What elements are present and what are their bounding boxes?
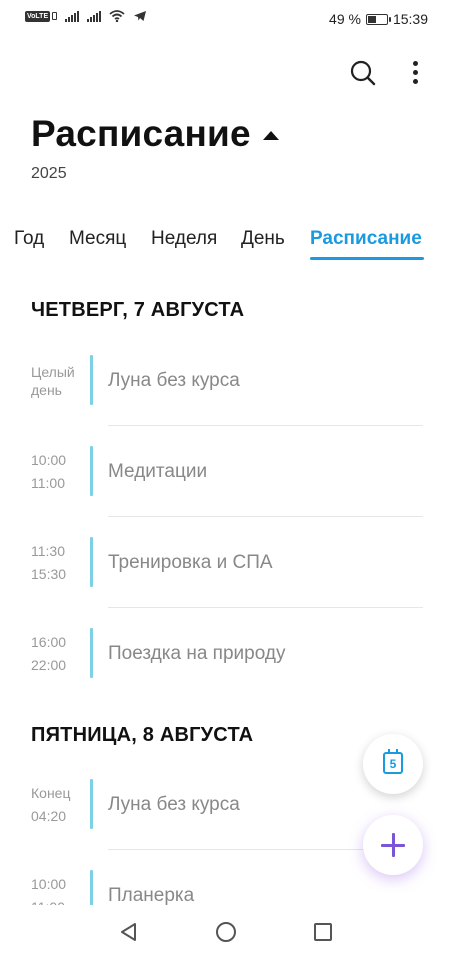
tab-schedule[interactable]: Расписание xyxy=(310,228,422,250)
event-time-end: 15:30 xyxy=(31,566,67,582)
event-time-end: 22:00 xyxy=(31,657,67,673)
event-color-bar xyxy=(90,870,93,905)
today-day-number: 5 xyxy=(389,757,397,771)
event-color-bar xyxy=(90,537,93,587)
event-time-start: 10:00 xyxy=(31,876,67,892)
tab-week[interactable]: Неделя xyxy=(151,228,217,250)
battery-fill xyxy=(367,15,377,23)
tab-active-indicator xyxy=(310,257,424,260)
tab-month[interactable]: Месяц xyxy=(69,228,126,250)
calendar-screen: VoLTE 49 % 15:39 Расписание 2025 Год Мес… xyxy=(0,0,454,960)
year-label: 2025 xyxy=(31,165,67,182)
wifi-icon xyxy=(109,10,125,22)
event-title: Поездка на природу xyxy=(108,643,286,664)
event-time-start: Целый xyxy=(31,364,75,380)
event-time: Конец 04:20 xyxy=(31,782,70,828)
status-time: 15:39 xyxy=(392,11,428,27)
event-time: 11:30 15:30 xyxy=(31,540,66,586)
event-item[interactable]: 11:30 15:30 Тренировка и СПА xyxy=(0,537,454,628)
event-color-bar xyxy=(90,628,93,678)
tab-day[interactable]: День xyxy=(241,228,285,250)
event-time-start: 11:30 xyxy=(31,543,65,559)
more-dot-icon xyxy=(413,61,418,66)
battery-percent: 49 % xyxy=(329,11,361,27)
system-navigation-bar xyxy=(0,905,454,960)
home-icon[interactable] xyxy=(216,922,236,942)
battery-icon xyxy=(365,13,391,25)
event-time-start: 10:00 xyxy=(31,452,67,468)
status-icons-right: 49 % 15:39 xyxy=(329,11,428,27)
caret-up-icon xyxy=(262,131,279,140)
divider xyxy=(108,516,423,517)
more-dot-icon xyxy=(413,79,418,84)
event-color-bar xyxy=(90,779,93,829)
calendar-today-icon: 5 xyxy=(383,749,403,774)
day-header: ПЯТНИЦА, 8 АВГУСТА xyxy=(31,724,254,746)
event-item[interactable]: 10:00 11:00 Медитации xyxy=(0,446,454,537)
event-time: 10:00 11:00 xyxy=(31,873,66,905)
event-time: 16:00 22:00 xyxy=(31,631,66,677)
recent-apps-icon[interactable] xyxy=(314,923,332,941)
event-time-end: 11:00 xyxy=(31,896,66,905)
divider xyxy=(108,607,423,608)
telegram-icon xyxy=(134,11,147,21)
event-time-end: 04:20 xyxy=(31,808,67,824)
signal-icon xyxy=(65,10,80,22)
event-title: Тренировка и СПА xyxy=(108,552,273,573)
volte-label: VoLTE xyxy=(25,10,51,22)
event-item[interactable]: Целый день Луна без курса xyxy=(0,355,454,446)
sim-icon xyxy=(52,12,58,20)
search-icon xyxy=(350,60,376,86)
event-item[interactable]: 16:00 22:00 Поездка на природу xyxy=(0,628,454,719)
tab-year[interactable]: Год xyxy=(14,228,44,250)
event-title: Планерка xyxy=(108,885,195,905)
event-time-start: 16:00 xyxy=(31,634,67,650)
divider xyxy=(108,425,423,426)
event-time-start: Конец xyxy=(31,785,71,801)
more-dot-icon xyxy=(413,70,418,75)
add-event-button[interactable] xyxy=(363,815,423,875)
go-to-today-button[interactable]: 5 xyxy=(363,734,423,794)
plus-icon-vertical xyxy=(392,833,395,857)
event-color-bar xyxy=(90,446,93,496)
event-title: Луна без курса xyxy=(108,370,240,391)
event-time-end: 11:00 xyxy=(31,475,65,491)
day-header: ЧЕТВЕРГ, 7 АВГУСТА xyxy=(31,299,245,321)
more-options-button[interactable] xyxy=(405,58,427,88)
view-tabs: Год Месяц Неделя День Расписание xyxy=(0,228,454,264)
event-title: Луна без курса xyxy=(108,794,240,815)
back-icon[interactable] xyxy=(118,921,140,943)
page-title: Расписание xyxy=(31,113,251,154)
view-selector[interactable]: Расписание xyxy=(31,113,279,155)
signal-icon xyxy=(87,10,102,22)
volte-icon: VoLTE xyxy=(25,10,58,22)
status-bar: VoLTE 49 % 15:39 xyxy=(0,0,454,38)
event-time: 10:00 11:00 xyxy=(31,449,66,495)
event-item[interactable]: 10:00 11:00 Планерка xyxy=(0,870,454,905)
event-time-end: день xyxy=(31,382,62,398)
status-icons-left: VoLTE xyxy=(25,10,147,22)
event-time: Целый день xyxy=(31,363,75,399)
search-button[interactable] xyxy=(348,58,378,88)
event-title: Медитации xyxy=(108,461,208,482)
event-color-bar xyxy=(90,355,93,405)
